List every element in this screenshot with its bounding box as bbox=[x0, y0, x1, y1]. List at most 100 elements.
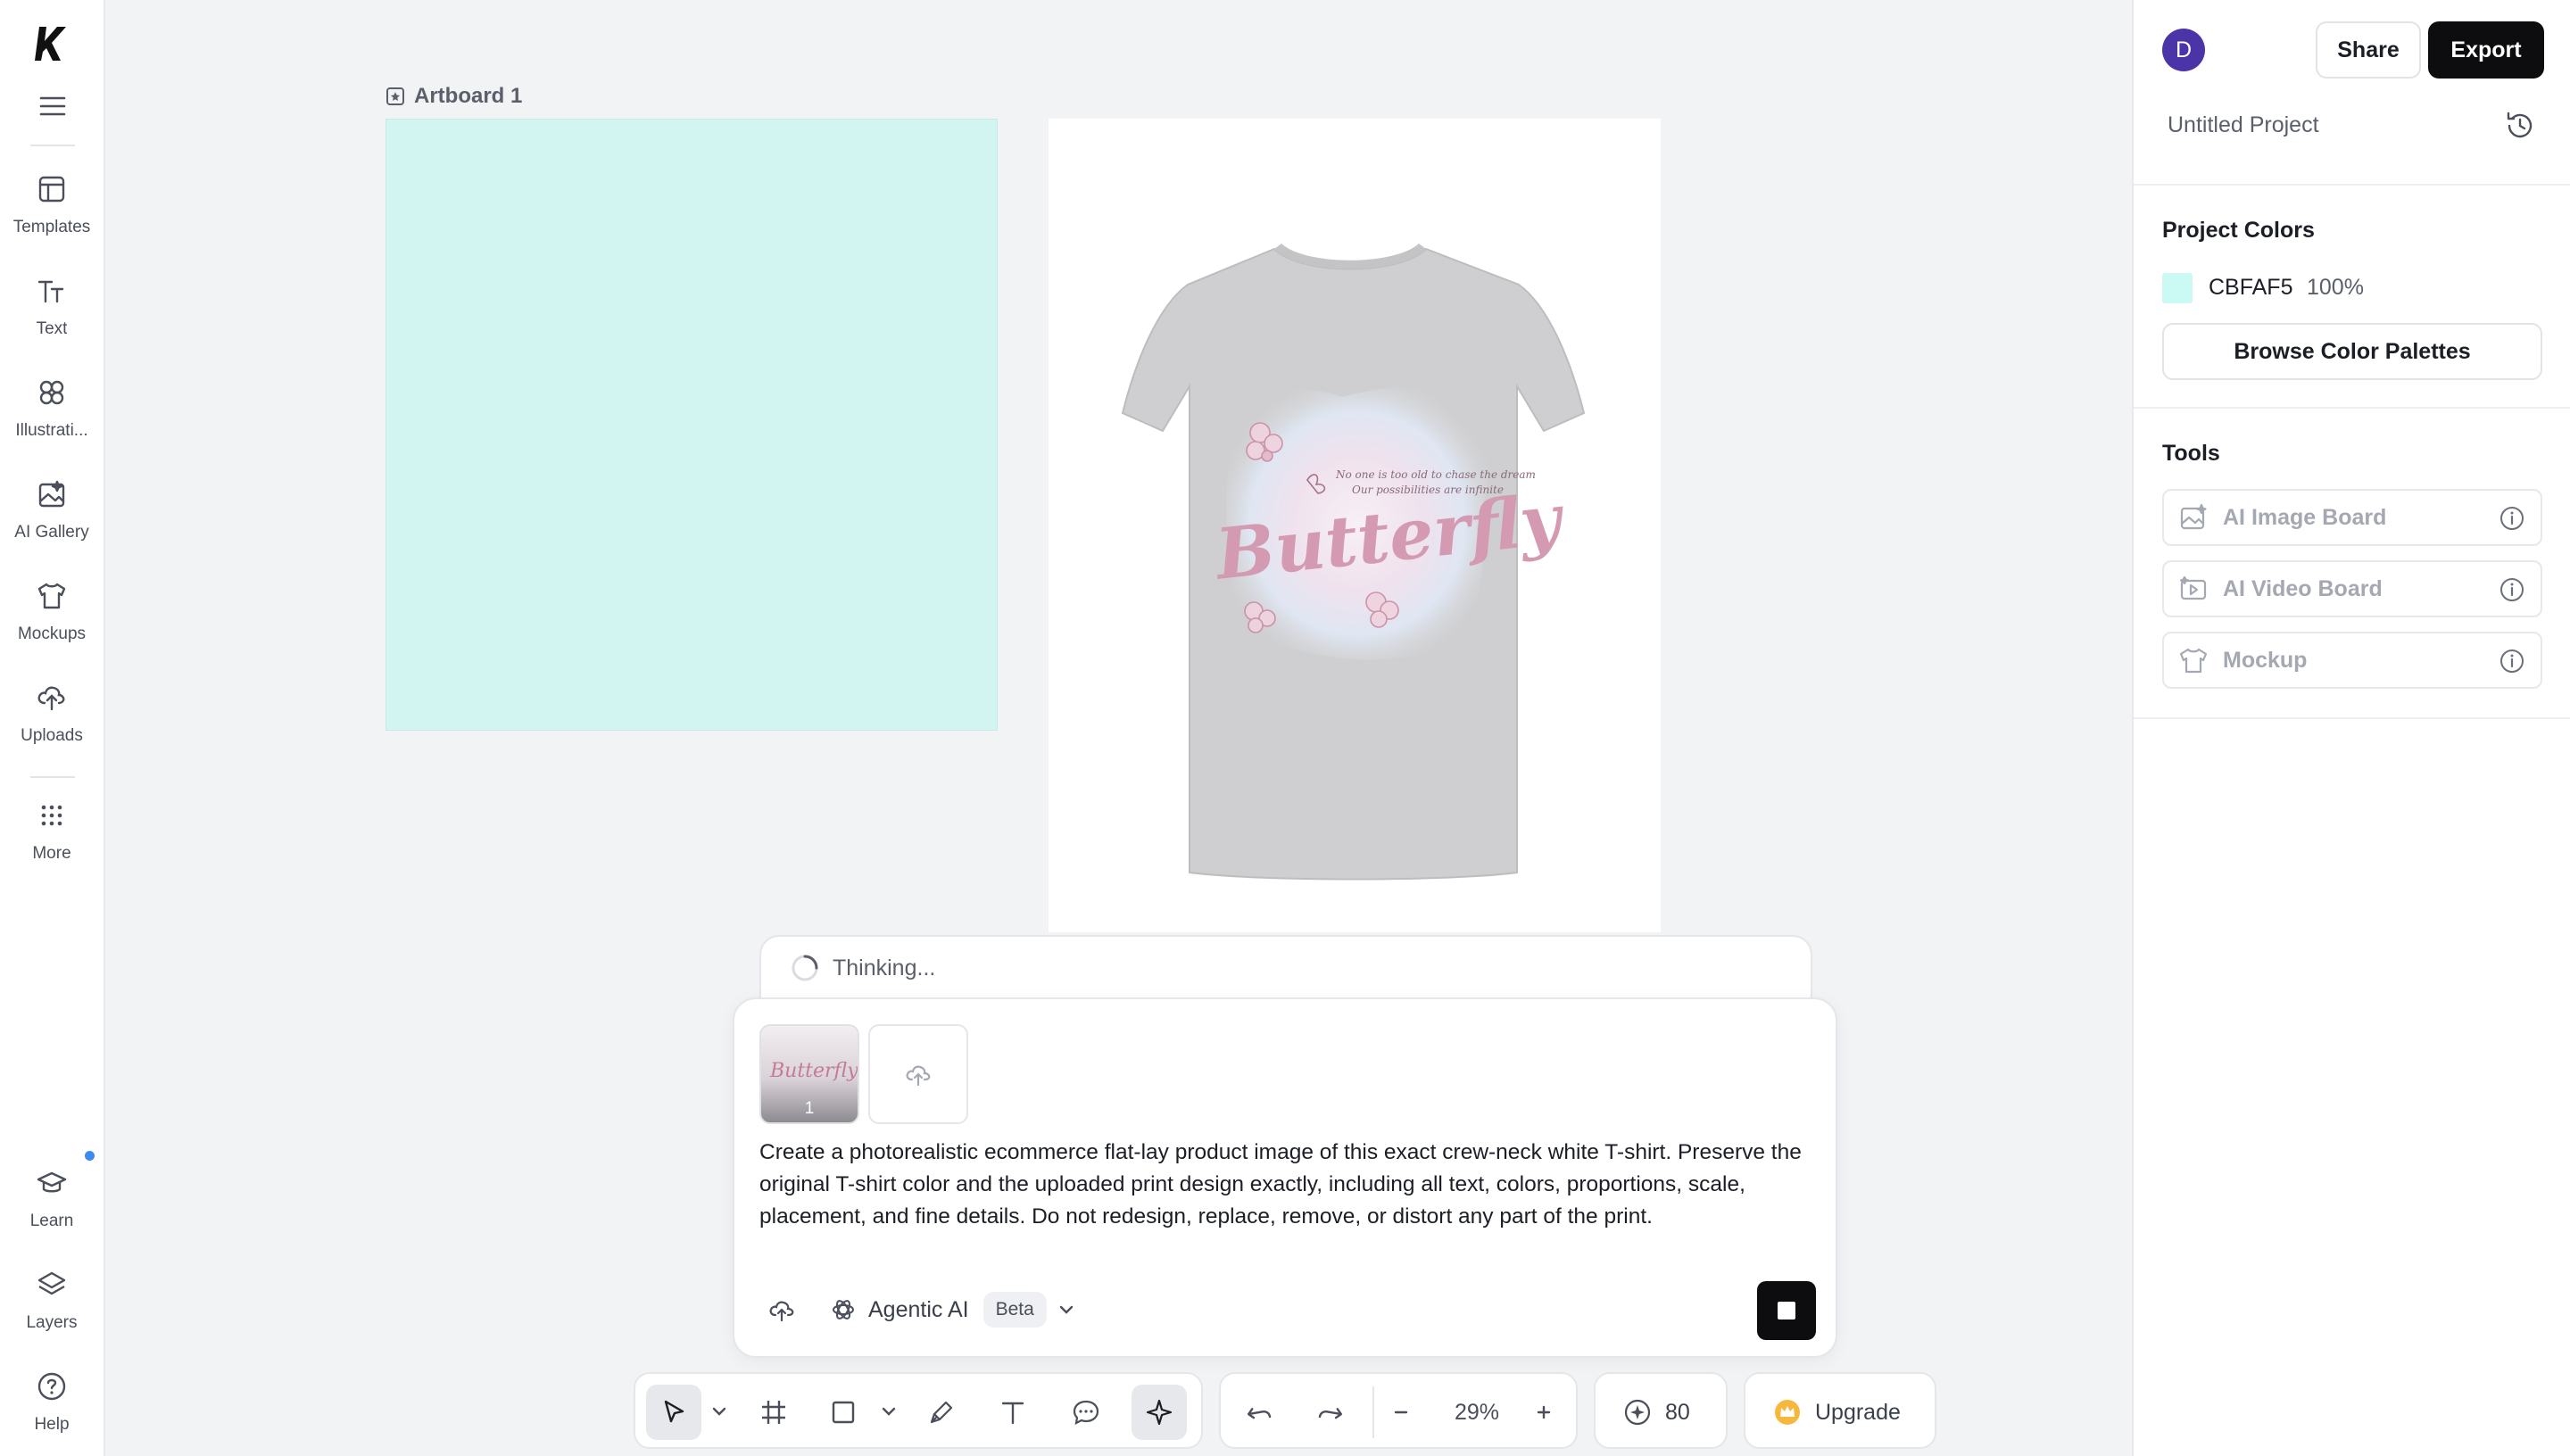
panel-divider bbox=[2134, 407, 2570, 409]
zoom-level[interactable]: 29% bbox=[1455, 1374, 1499, 1451]
sidebar-item-layers[interactable]: Layers bbox=[0, 1262, 104, 1351]
tool-mockup[interactable]: Mockup bbox=[2162, 632, 2542, 689]
color-swatch[interactable] bbox=[2162, 273, 2193, 303]
crown-icon bbox=[1775, 1400, 1800, 1425]
agent-mode-selector[interactable]: Agentic AI Beta bbox=[831, 1292, 1090, 1328]
artboard-icon bbox=[386, 87, 404, 105]
thumbnail-print-text: Butterfly bbox=[770, 1060, 858, 1082]
redo-button[interactable] bbox=[1303, 1385, 1358, 1440]
comment-tool-button[interactable] bbox=[1058, 1385, 1114, 1440]
tool-ai-image-board[interactable]: AI Image Board bbox=[2162, 489, 2542, 546]
select-tool-button[interactable] bbox=[646, 1385, 701, 1440]
menu-icon[interactable] bbox=[37, 93, 68, 120]
frame-tool-button[interactable] bbox=[746, 1385, 801, 1440]
sidebar-item-ai-gallery[interactable]: AI Gallery bbox=[0, 471, 104, 560]
browse-color-palettes-button[interactable]: Browse Color Palettes bbox=[2162, 323, 2542, 380]
info-icon[interactable] bbox=[2498, 647, 2526, 675]
tools-heading: Tools bbox=[2162, 441, 2220, 466]
info-icon[interactable] bbox=[2498, 575, 2526, 604]
attachment-index: 1 bbox=[804, 1099, 815, 1118]
upload-icon bbox=[37, 686, 65, 711]
project-name[interactable]: Untitled Project bbox=[2168, 112, 2319, 138]
upload-cloud-icon bbox=[906, 1065, 931, 1087]
frame-icon bbox=[762, 1401, 785, 1424]
avatar[interactable]: D bbox=[2162, 29, 2205, 71]
sidebar-item-label: Learn bbox=[29, 1212, 74, 1230]
export-button[interactable]: Export bbox=[2428, 21, 2544, 79]
tshirt-icon bbox=[2179, 648, 2208, 674]
print-tagline-1: No one is too old to chase the dream bbox=[1335, 468, 1536, 481]
zoom-out-button[interactable] bbox=[1380, 1385, 1422, 1440]
sidebar-item-label: Templates bbox=[12, 218, 91, 236]
tool-label: Mockup bbox=[2223, 647, 2308, 673]
thinking-text: Thinking... bbox=[833, 955, 936, 980]
ai-image-icon bbox=[2180, 503, 2207, 530]
ai-tool-button[interactable] bbox=[1132, 1385, 1187, 1440]
credits-icon bbox=[1624, 1399, 1651, 1426]
sidebar-item-label: Layers bbox=[26, 1313, 78, 1332]
artboard-2[interactable]: No one is too old to chase the dream Our… bbox=[1049, 119, 1661, 932]
sparkle-icon bbox=[1146, 1399, 1173, 1426]
layers-icon bbox=[37, 1271, 66, 1295]
project-colors-heading: Project Colors bbox=[2162, 218, 2315, 243]
sidebar-item-more[interactable]: More bbox=[0, 792, 104, 881]
tool-label: AI Image Board bbox=[2223, 504, 2387, 530]
plus-icon bbox=[1537, 1405, 1551, 1419]
atom-icon bbox=[833, 1300, 854, 1320]
color-opacity-value[interactable]: 100% bbox=[2307, 275, 2364, 301]
upgrade-button[interactable]: Upgrade bbox=[1744, 1372, 1936, 1449]
ai-video-icon bbox=[2179, 575, 2207, 600]
ai-gallery-icon bbox=[38, 480, 65, 508]
artboard-1[interactable] bbox=[386, 119, 998, 731]
tshirt-mockup-image[interactable]: No one is too old to chase the dream Our… bbox=[1049, 119, 1661, 932]
rectangle-icon bbox=[832, 1401, 855, 1424]
add-attachment-button[interactable] bbox=[868, 1024, 968, 1124]
text-tool-button[interactable] bbox=[985, 1385, 1040, 1440]
zoom-in-button[interactable] bbox=[1522, 1385, 1565, 1440]
pen-tool-button[interactable] bbox=[914, 1385, 969, 1440]
spinner-icon bbox=[792, 955, 818, 981]
minus-icon bbox=[1394, 1410, 1408, 1414]
credits-button[interactable]: 80 bbox=[1594, 1372, 1728, 1449]
prompt-textarea[interactable]: Create a photorealistic ecommerce flat-l… bbox=[759, 1137, 1812, 1233]
attached-image-thumbnail[interactable]: Butterfly 1 bbox=[759, 1024, 859, 1124]
templates-icon bbox=[38, 176, 65, 203]
sidebar-item-templates[interactable]: Templates bbox=[0, 166, 104, 255]
sidebar-item-label: Text bbox=[36, 319, 68, 338]
text-icon bbox=[1001, 1402, 1024, 1425]
history-icon[interactable] bbox=[2503, 109, 2537, 143]
undo-button[interactable] bbox=[1231, 1385, 1287, 1440]
ai-prompt-panel: Butterfly 1 Create a photorealistic ecom… bbox=[733, 997, 1837, 1358]
agent-mode-label: Agentic AI bbox=[868, 1296, 969, 1322]
shape-tool-button[interactable] bbox=[816, 1385, 871, 1440]
tool-ai-video-board[interactable]: AI Video Board bbox=[2162, 560, 2542, 617]
chevron-down-icon[interactable] bbox=[707, 1399, 732, 1424]
pen-icon bbox=[930, 1401, 953, 1424]
panel-divider bbox=[2134, 184, 2570, 186]
artboard-label[interactable]: Artboard 1 bbox=[386, 84, 522, 109]
comment-icon bbox=[1073, 1400, 1099, 1425]
stop-generation-button[interactable] bbox=[1757, 1281, 1816, 1340]
sidebar-item-mockups[interactable]: Mockups bbox=[0, 573, 104, 662]
chevron-down-icon[interactable] bbox=[876, 1399, 901, 1424]
sidebar-item-learn[interactable]: Learn bbox=[0, 1160, 104, 1249]
app-logo-icon[interactable] bbox=[30, 21, 75, 66]
stop-icon bbox=[1778, 1302, 1795, 1320]
sidebar-item-uploads[interactable]: Uploads bbox=[0, 674, 104, 764]
sidebar-item-label: Illustrati... bbox=[15, 421, 88, 440]
sidebar-item-label: AI Gallery bbox=[14, 523, 89, 542]
cursor-icon bbox=[664, 1400, 684, 1423]
tools-toolbar bbox=[634, 1372, 1203, 1449]
sidebar-item-text[interactable]: Text bbox=[0, 268, 104, 357]
info-icon[interactable] bbox=[2498, 504, 2526, 533]
upload-icon[interactable] bbox=[767, 1295, 797, 1325]
color-hex-value[interactable]: CBFAF5 bbox=[2209, 275, 2292, 301]
sidebar-item-help[interactable]: Help bbox=[0, 1363, 104, 1452]
share-button[interactable]: Share bbox=[2316, 21, 2421, 79]
undo-icon bbox=[1247, 1408, 1272, 1419]
tool-label: AI Video Board bbox=[2223, 575, 2383, 601]
sidebar-item-illustrations[interactable]: Illustrati... bbox=[0, 369, 104, 459]
artboard-title: Artboard 1 bbox=[414, 84, 523, 108]
sidebar-divider bbox=[30, 145, 75, 146]
sidebar-item-label: More bbox=[32, 844, 71, 863]
